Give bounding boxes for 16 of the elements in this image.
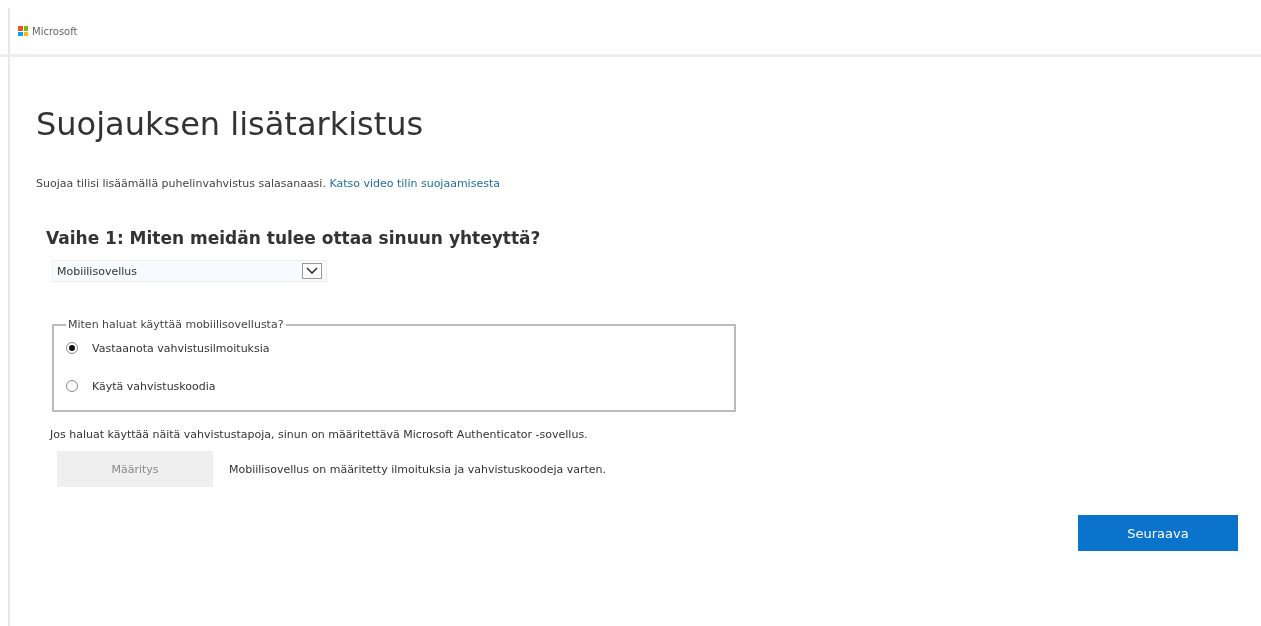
radio-button[interactable] — [66, 380, 78, 392]
status-text: Mobiilisovellus on määritetty ilmoituksia ja vahvistuskoodeja varten. — [229, 462, 607, 476]
intro-text: Suojaa tilisi lisäämällä puhelinvahvistus salasanaasi. Katso video tilin suojaamisesta — [36, 177, 501, 190]
note-text: Jos haluat käyttää näitä vahvistustapoja, sinun on määritettävä Microsoft Authenticator -sovellus. — [50, 428, 589, 441]
step-heading: Vaihe 1: Miten meidän tulee ottaa sinuun yhteyttä? — [46, 228, 542, 248]
logo-icon — [18, 26, 28, 36]
caret-icon — [302, 263, 322, 279]
contact-method-dropdown[interactable]: Mobiilisovellus — [52, 260, 327, 282]
page-title: Suojauksen lisätarkistus — [36, 105, 425, 143]
radio-button[interactable] — [66, 342, 78, 354]
option-label: Vastaanota vahvistusilmoituksia — [92, 341, 270, 355]
group-legend: Miten haluat käyttää mobiilisovellusta? — [66, 318, 286, 331]
brand-name: Microsoft — [32, 25, 78, 37]
next-button[interactable]: Seuraava — [1078, 515, 1238, 551]
video-link[interactable]: Katso video tilin suojaamisesta — [329, 177, 500, 190]
option-label: Käytä vahvistuskoodia — [92, 379, 216, 393]
